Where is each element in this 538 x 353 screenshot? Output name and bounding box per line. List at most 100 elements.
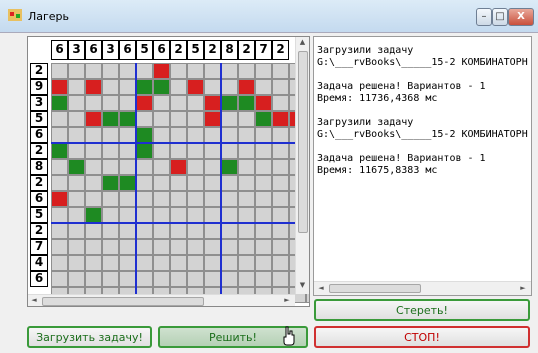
empty-cell[interactable] xyxy=(272,191,289,207)
empty-cell[interactable] xyxy=(221,111,238,127)
tent-cell[interactable] xyxy=(204,111,221,127)
tent-cell[interactable] xyxy=(153,63,170,79)
log-output[interactable]: Загрузили задачу G:\___rvBooks\_____15-2 … xyxy=(313,36,532,296)
empty-cell[interactable] xyxy=(102,79,119,95)
empty-cell[interactable] xyxy=(187,191,204,207)
empty-cell[interactable] xyxy=(255,271,272,287)
empty-cell[interactable] xyxy=(255,239,272,255)
empty-cell[interactable] xyxy=(51,175,68,191)
tent-cell[interactable] xyxy=(187,79,204,95)
empty-cell[interactable] xyxy=(221,143,238,159)
empty-cell[interactable] xyxy=(238,191,255,207)
tree-cell[interactable] xyxy=(102,175,119,191)
empty-cell[interactable] xyxy=(153,223,170,239)
empty-cell[interactable] xyxy=(51,223,68,239)
empty-cell[interactable] xyxy=(85,255,102,271)
empty-cell[interactable] xyxy=(187,239,204,255)
log-horizontal-scroll-thumb[interactable] xyxy=(329,284,421,293)
empty-cell[interactable] xyxy=(51,63,68,79)
empty-cell[interactable] xyxy=(68,191,85,207)
empty-cell[interactable] xyxy=(187,223,204,239)
empty-cell[interactable] xyxy=(221,223,238,239)
empty-cell[interactable] xyxy=(85,175,102,191)
vertical-scroll-thumb[interactable] xyxy=(298,51,308,233)
minimize-button[interactable]: – xyxy=(476,8,492,26)
empty-cell[interactable] xyxy=(170,127,187,143)
empty-cell[interactable] xyxy=(85,95,102,111)
empty-cell[interactable] xyxy=(51,159,68,175)
tent-cell[interactable] xyxy=(238,79,255,95)
empty-cell[interactable] xyxy=(102,127,119,143)
empty-cell[interactable] xyxy=(204,271,221,287)
tree-cell[interactable] xyxy=(51,95,68,111)
empty-cell[interactable] xyxy=(119,95,136,111)
empty-cell[interactable] xyxy=(136,207,153,223)
tent-cell[interactable] xyxy=(85,111,102,127)
empty-cell[interactable] xyxy=(136,111,153,127)
tree-cell[interactable] xyxy=(221,95,238,111)
tree-cell[interactable] xyxy=(221,159,238,175)
empty-cell[interactable] xyxy=(119,159,136,175)
tree-cell[interactable] xyxy=(136,143,153,159)
empty-cell[interactable] xyxy=(85,191,102,207)
empty-cell[interactable] xyxy=(153,159,170,175)
tent-cell[interactable] xyxy=(136,95,153,111)
tree-cell[interactable] xyxy=(255,111,272,127)
empty-cell[interactable] xyxy=(170,175,187,191)
empty-cell[interactable] xyxy=(255,143,272,159)
empty-cell[interactable] xyxy=(51,127,68,143)
empty-cell[interactable] xyxy=(153,191,170,207)
empty-cell[interactable] xyxy=(136,223,153,239)
empty-cell[interactable] xyxy=(153,175,170,191)
empty-cell[interactable] xyxy=(119,191,136,207)
log-scroll-left-icon[interactable]: ◄ xyxy=(316,284,326,294)
empty-cell[interactable] xyxy=(153,111,170,127)
tent-cell[interactable] xyxy=(85,79,102,95)
tree-cell[interactable] xyxy=(238,95,255,111)
empty-cell[interactable] xyxy=(204,159,221,175)
empty-cell[interactable] xyxy=(187,95,204,111)
empty-cell[interactable] xyxy=(204,191,221,207)
empty-cell[interactable] xyxy=(170,239,187,255)
tree-cell[interactable] xyxy=(119,175,136,191)
empty-cell[interactable] xyxy=(51,207,68,223)
load-task-button[interactable]: Загрузить задачу! xyxy=(27,326,152,348)
empty-cell[interactable] xyxy=(238,207,255,223)
empty-cell[interactable] xyxy=(255,79,272,95)
empty-cell[interactable] xyxy=(85,223,102,239)
empty-cell[interactable] xyxy=(153,143,170,159)
empty-cell[interactable] xyxy=(102,95,119,111)
empty-cell[interactable] xyxy=(255,63,272,79)
scroll-left-icon[interactable]: ◄ xyxy=(29,296,39,306)
empty-cell[interactable] xyxy=(136,191,153,207)
tree-cell[interactable] xyxy=(102,111,119,127)
empty-cell[interactable] xyxy=(153,255,170,271)
empty-cell[interactable] xyxy=(221,239,238,255)
maximize-button[interactable]: □ xyxy=(492,8,508,26)
empty-cell[interactable] xyxy=(204,79,221,95)
empty-cell[interactable] xyxy=(51,239,68,255)
empty-cell[interactable] xyxy=(136,159,153,175)
tent-cell[interactable] xyxy=(51,191,68,207)
empty-cell[interactable] xyxy=(85,239,102,255)
empty-cell[interactable] xyxy=(238,63,255,79)
vertical-scrollbar[interactable]: ▲ ▼ xyxy=(295,37,309,294)
empty-cell[interactable] xyxy=(204,143,221,159)
empty-cell[interactable] xyxy=(170,271,187,287)
empty-cell[interactable] xyxy=(272,255,289,271)
empty-cell[interactable] xyxy=(136,63,153,79)
empty-cell[interactable] xyxy=(187,63,204,79)
empty-cell[interactable] xyxy=(272,127,289,143)
empty-cell[interactable] xyxy=(51,111,68,127)
empty-cell[interactable] xyxy=(204,127,221,143)
close-button[interactable]: X xyxy=(508,8,534,26)
empty-cell[interactable] xyxy=(102,271,119,287)
empty-cell[interactable] xyxy=(153,95,170,111)
empty-cell[interactable] xyxy=(204,223,221,239)
empty-cell[interactable] xyxy=(85,63,102,79)
empty-cell[interactable] xyxy=(68,207,85,223)
tree-cell[interactable] xyxy=(153,79,170,95)
empty-cell[interactable] xyxy=(238,175,255,191)
empty-cell[interactable] xyxy=(102,63,119,79)
empty-cell[interactable] xyxy=(136,175,153,191)
